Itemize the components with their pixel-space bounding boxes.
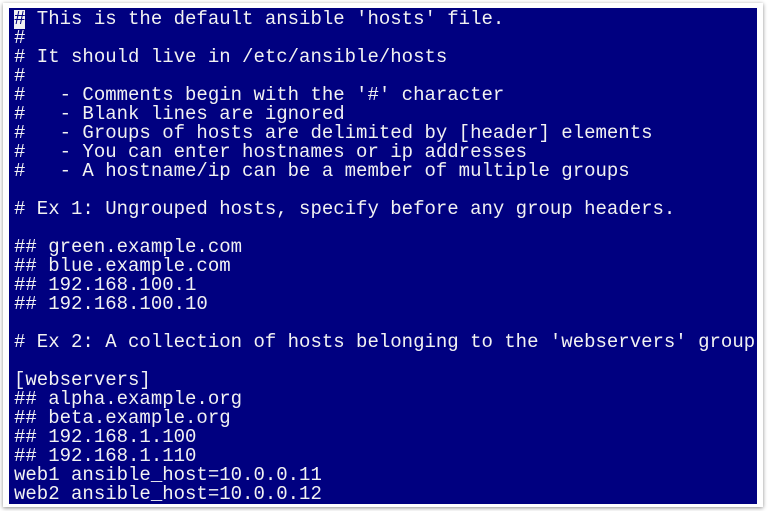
terminal-line: # It should live in /etc/ansible/hosts [14,46,448,68]
terminal-line: # - A hostname/ip can be a member of mul… [14,160,630,182]
terminal-line: # Ex 2: A collection of hosts belonging … [14,331,756,353]
terminal-line: # This is the default ansible 'hosts' fi… [14,10,504,29]
terminal-line: ## 192.168.100.10 [14,293,208,315]
terminal-line: web2 ansible_host=10.0.0.12 [14,483,322,504]
terminal-line-text: This is the default ansible 'hosts' file… [25,8,505,30]
terminal-window[interactable]: # This is the default ansible 'hosts' fi… [9,8,757,504]
terminal-line: # Ex 1: Ungrouped hosts, specify before … [14,198,676,220]
screenshot-frame: # This is the default ansible 'hosts' fi… [3,3,763,507]
